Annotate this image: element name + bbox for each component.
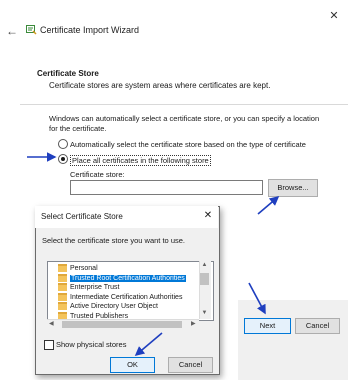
arrow-to-next: [248, 282, 266, 315]
arrow-to-ok: [134, 332, 163, 357]
annotation-arrows: [27, 152, 280, 357]
arrow-to-browse: [257, 195, 280, 215]
